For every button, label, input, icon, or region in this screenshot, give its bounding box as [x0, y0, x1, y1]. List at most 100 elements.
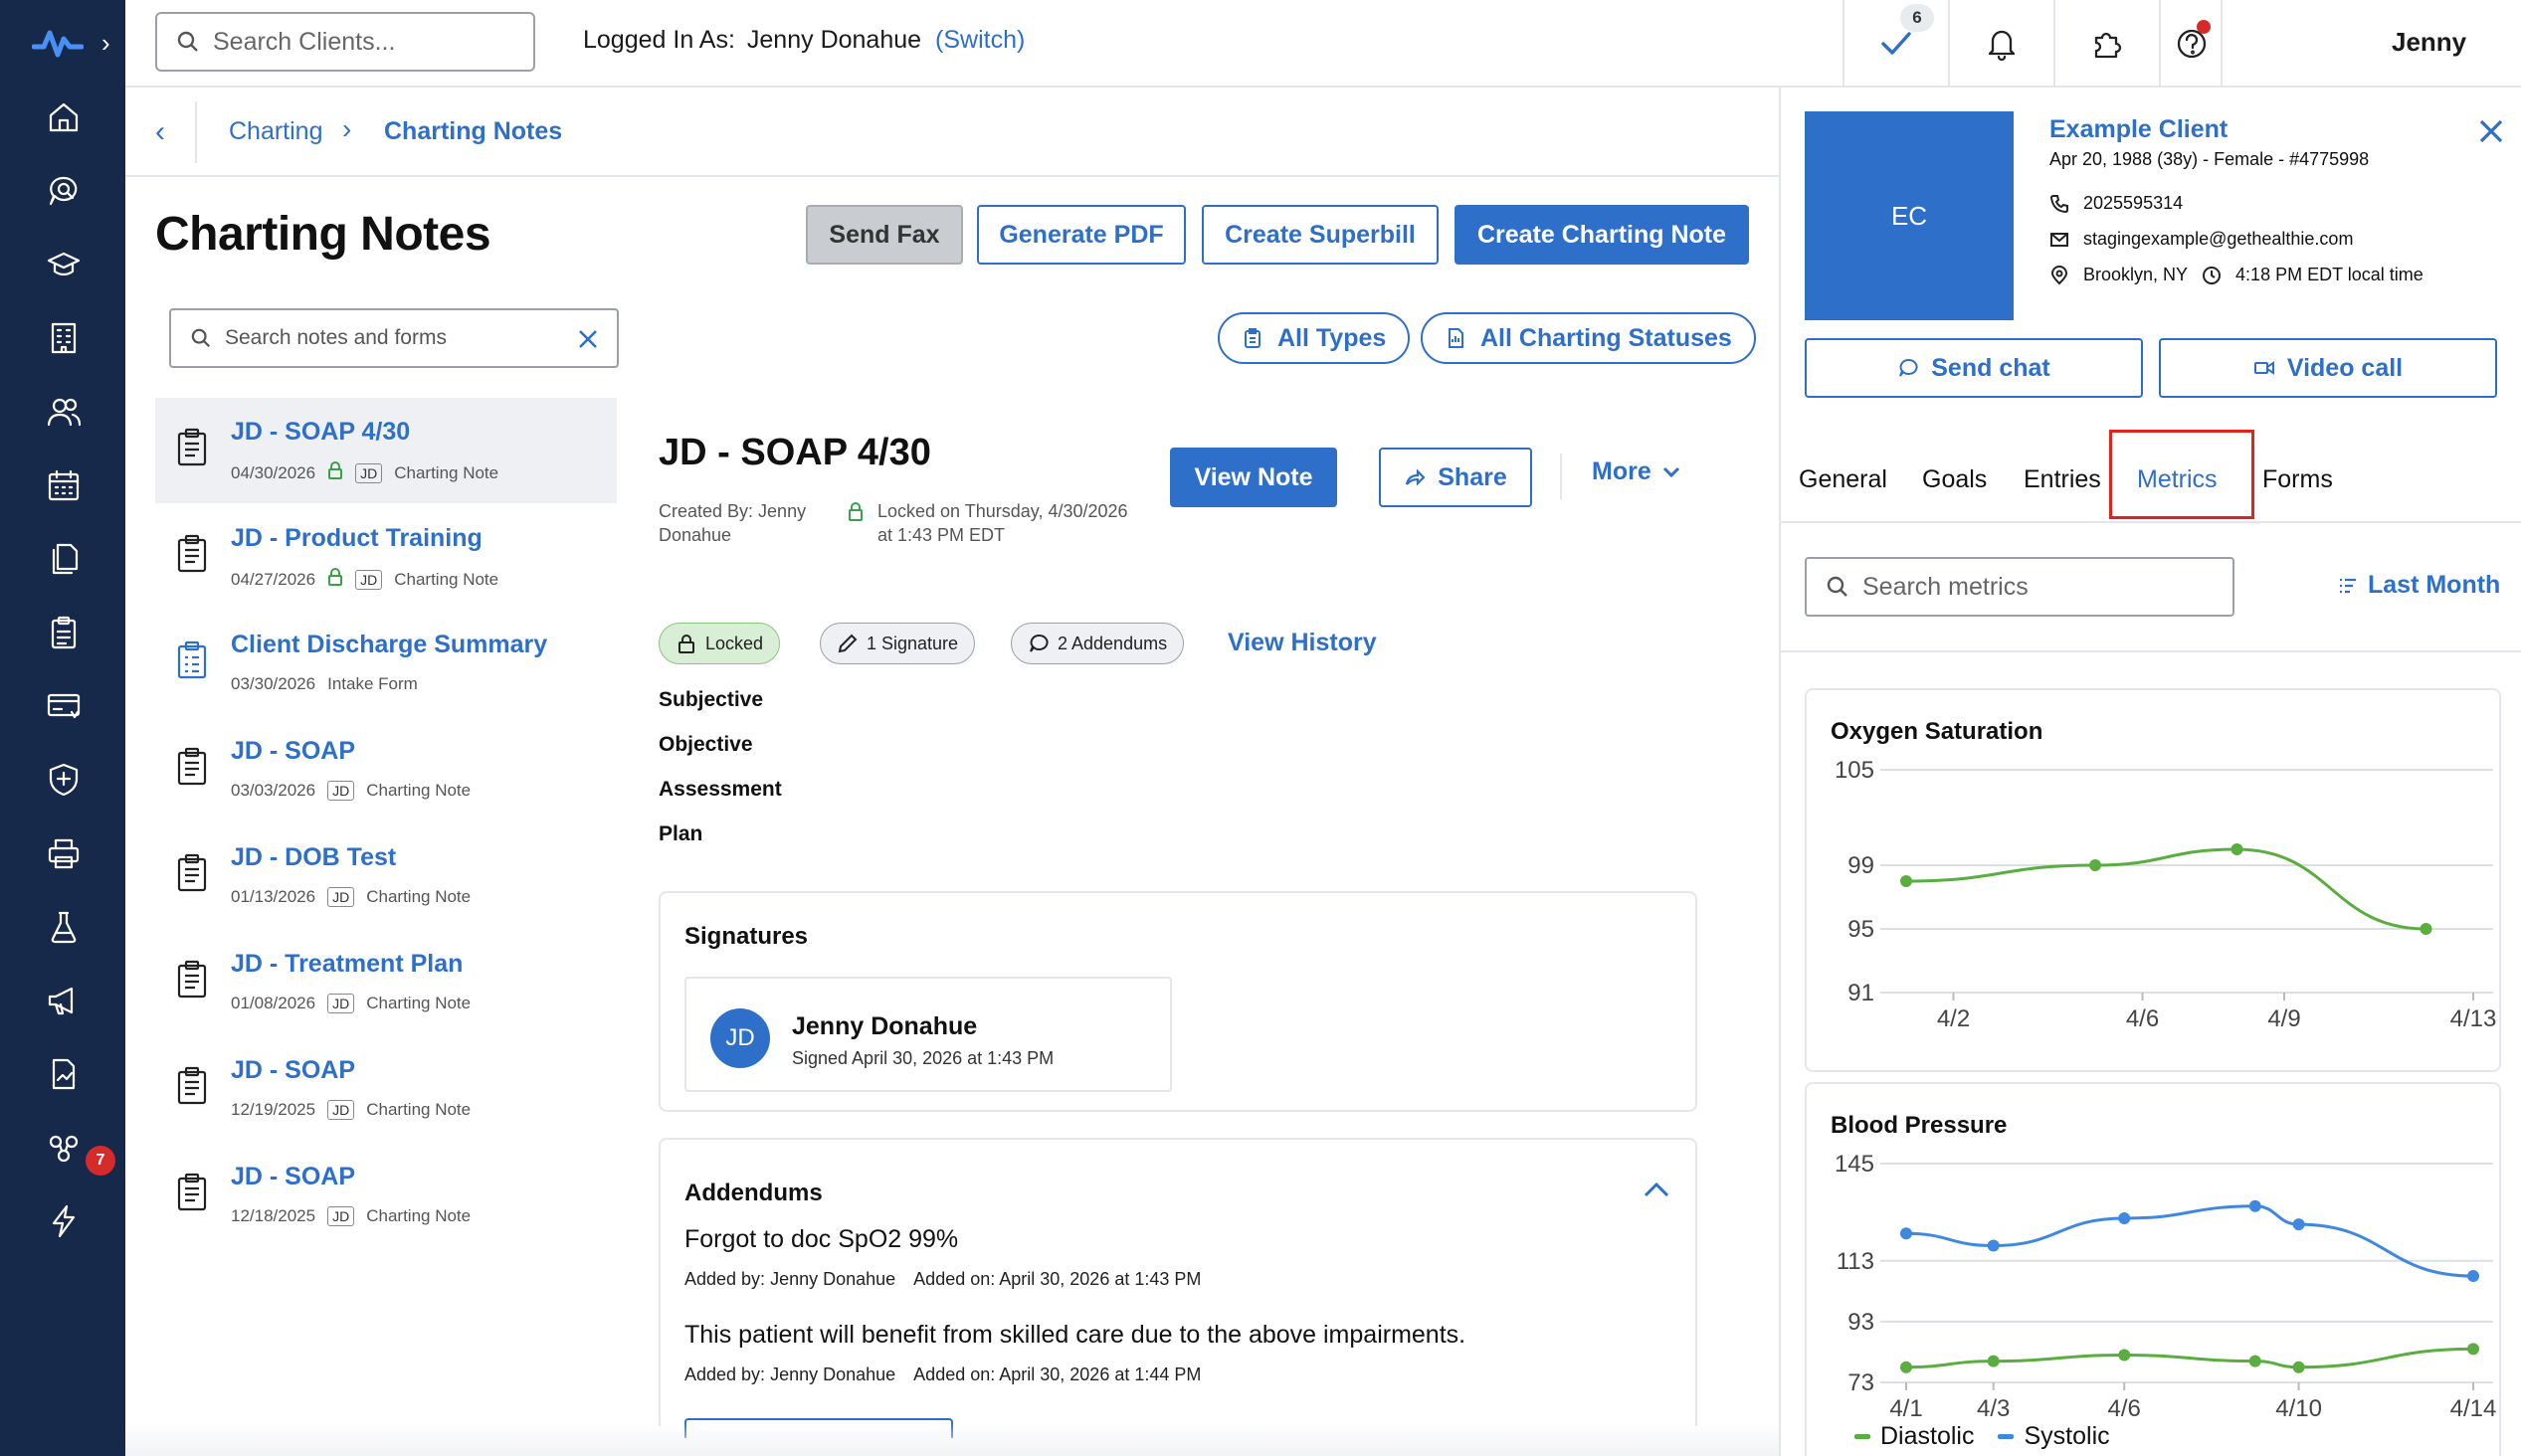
send-fax-button[interactable]: Send Fax — [806, 205, 963, 265]
tab-entries[interactable]: Entries — [2024, 465, 2101, 494]
charting-status-filter[interactable]: All Charting Statuses — [1421, 312, 1756, 364]
generate-pdf-button[interactable]: Generate PDF — [977, 205, 1186, 265]
legend-item[interactable]: Diastolic — [1854, 1422, 1974, 1451]
data-point[interactable] — [2089, 859, 2101, 871]
data-point[interactable] — [2118, 1349, 2131, 1362]
close-panel-icon[interactable] — [2477, 117, 2505, 145]
video-call-button[interactable]: Video call — [2159, 338, 2497, 398]
view-history-link[interactable]: View History — [1228, 629, 1377, 657]
addendums-chip[interactable]: 2 Addendums — [1011, 623, 1185, 664]
note-meta: 01/08/2026 JD Charting Note — [231, 994, 471, 1013]
note-title[interactable]: JD - SOAP — [231, 1056, 355, 1085]
marketing-megaphone-icon[interactable] — [44, 981, 84, 1020]
signature-chip[interactable]: 1 Signature — [820, 623, 976, 664]
note-list-item[interactable]: Client Discharge Summary 03/30/2026 Intake… — [155, 611, 617, 716]
clear-search-icon[interactable] — [577, 328, 599, 350]
charting-icon[interactable] — [44, 613, 84, 652]
notes-search-input[interactable] — [225, 326, 563, 350]
note-kind: Charting Note — [394, 569, 499, 589]
reports-icon[interactable] — [44, 1054, 84, 1094]
help-button[interactable] — [2159, 0, 2223, 86]
data-point[interactable] — [2292, 1218, 2305, 1231]
integrations-icon[interactable] — [44, 1128, 84, 1168]
data-point[interactable] — [1900, 1361, 1912, 1373]
all-types-filter[interactable]: All Types — [1218, 312, 1411, 364]
note-title[interactable]: Client Discharge Summary — [231, 631, 547, 659]
blood-pressure-legend: Diastolic Systolic — [1854, 1422, 2110, 1451]
tab-forms[interactable]: Forms — [2262, 465, 2333, 494]
note-list-item[interactable]: JD - Treatment Plan 01/08/2026 JD Charting … — [155, 930, 617, 1035]
insurance-shield-icon[interactable] — [44, 760, 84, 800]
chat-search-icon[interactable] — [44, 171, 84, 211]
note-title[interactable]: JD - Product Training — [231, 524, 483, 553]
legend-item[interactable]: Systolic — [1998, 1422, 2110, 1451]
client-search-input[interactable] — [213, 27, 511, 57]
note-title[interactable]: JD - Treatment Plan — [231, 950, 463, 979]
data-point[interactable] — [2230, 843, 2243, 855]
data-point[interactable] — [2467, 1270, 2479, 1283]
tasks-button[interactable]: 6 — [1842, 0, 1948, 86]
note-date: 03/30/2026 — [231, 674, 316, 693]
metrics-search[interactable] — [1805, 557, 2234, 617]
data-point[interactable] — [1900, 1227, 1912, 1240]
switch-user-link[interactable]: (Switch) — [935, 26, 1025, 54]
addendums-title: Addendums — [684, 1180, 823, 1206]
note-list-item[interactable]: JD - DOB Test 01/13/2026 JD Charting Note — [155, 823, 617, 929]
calendar-icon[interactable] — [44, 465, 84, 505]
note-list-item[interactable]: JD - Product Training 04/27/2026 JD Chartin… — [155, 504, 617, 610]
data-point[interactable] — [1987, 1239, 2000, 1252]
back-chevron-icon[interactable]: ‹ — [145, 117, 175, 147]
data-point[interactable] — [1987, 1355, 2000, 1367]
locked-chip-label: Locked — [705, 633, 764, 653]
note-list-item[interactable]: JD - SOAP 12/19/2025 JD Charting Note — [155, 1036, 617, 1142]
integrations-top-button[interactable] — [2053, 0, 2159, 86]
data-point[interactable] — [1900, 875, 1912, 887]
data-point[interactable] — [2467, 1343, 2479, 1356]
note-title[interactable]: JD - DOB Test — [231, 843, 396, 872]
note-list-item[interactable]: JD - SOAP 03/03/2026 JD Charting Note — [155, 717, 617, 822]
home-icon[interactable] — [44, 97, 84, 137]
create-charting-note-button[interactable]: Create Charting Note — [1454, 205, 1749, 265]
date-range-selector[interactable]: Last Month — [2338, 571, 2500, 600]
education-icon[interactable] — [44, 245, 84, 284]
labs-flask-icon[interactable] — [44, 907, 84, 947]
share-button[interactable]: Share — [1379, 448, 1532, 507]
chevron-up-icon[interactable] — [1642, 1180, 1671, 1199]
note-list-item[interactable]: JD - SOAP 12/18/2025 JD Charting Note — [155, 1143, 617, 1248]
breadcrumb-charting-link[interactable]: Charting — [229, 117, 323, 146]
automations-bolt-icon[interactable] — [44, 1201, 84, 1241]
note-list-item[interactable]: JD - SOAP 4/30 04/30/2026 JD Charting Note — [155, 398, 617, 503]
clients-icon[interactable] — [44, 392, 84, 432]
note-title[interactable]: JD - SOAP 4/30 — [231, 418, 410, 447]
tab-goals[interactable]: Goals — [1922, 465, 1987, 494]
notifications-button[interactable] — [1948, 0, 2053, 86]
tab-general[interactable]: General — [1799, 465, 1887, 494]
create-superbill-button[interactable]: Create Superbill — [1202, 205, 1439, 265]
healthie-logo[interactable]: › — [32, 20, 110, 66]
client-search[interactable] — [155, 12, 535, 72]
note-meta: 04/27/2026 JD Charting Note — [231, 568, 498, 591]
expand-nav-icon[interactable]: › — [101, 28, 110, 59]
documents-icon[interactable] — [44, 539, 84, 579]
note-title[interactable]: JD - SOAP — [231, 1163, 355, 1191]
billing-icon[interactable] — [44, 686, 84, 726]
organization-icon[interactable] — [44, 318, 84, 358]
data-point[interactable] — [2118, 1212, 2131, 1224]
breadcrumb-current[interactable]: Charting Notes — [384, 117, 562, 146]
send-chat-button[interactable]: Send chat — [1805, 338, 2143, 398]
client-name-link[interactable]: Example Client — [2049, 115, 2228, 144]
user-menu[interactable]: Jenny JD — [2221, 0, 2521, 86]
data-point[interactable] — [2292, 1361, 2305, 1373]
addendum-text: Forgot to doc SpO2 99% — [684, 1225, 959, 1253]
data-point[interactable] — [2420, 923, 2432, 935]
note-title[interactable]: JD - SOAP — [231, 737, 355, 766]
logo-icon — [32, 30, 84, 58]
data-point[interactable] — [2248, 1355, 2261, 1367]
addendum-added-by: Added by: Jenny Donahue — [684, 1269, 896, 1289]
metrics-search-input[interactable] — [1862, 572, 2221, 602]
fax-printer-icon[interactable] — [44, 833, 84, 873]
view-note-button[interactable]: View Note — [1170, 448, 1337, 507]
notes-search[interactable] — [169, 308, 619, 368]
more-menu[interactable]: More — [1592, 457, 1681, 486]
data-point[interactable] — [2248, 1199, 2261, 1212]
